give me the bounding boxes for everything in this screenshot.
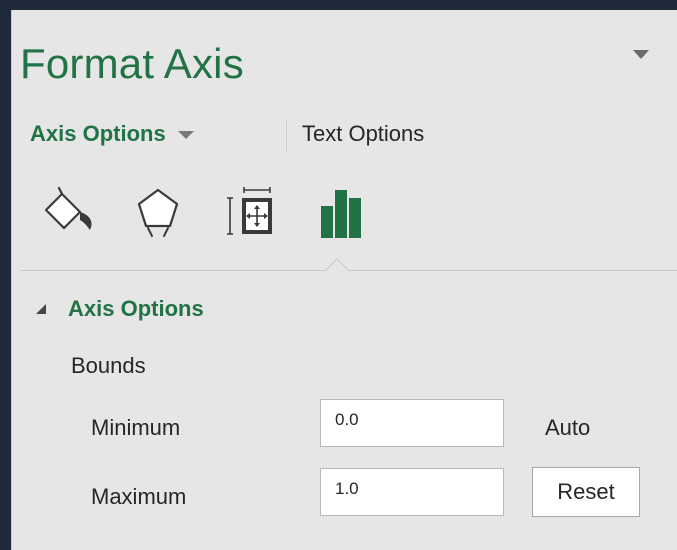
size-properties-icon[interactable]	[222, 184, 278, 240]
collapse-triangle-icon[interactable]	[36, 304, 46, 314]
chevron-down-icon[interactable]	[633, 50, 649, 59]
bounds-label: Bounds	[71, 353, 146, 378]
tab-text-options[interactable]: Text Options	[302, 121, 424, 147]
minimum-label: Minimum	[91, 415, 181, 440]
tab-axis-options[interactable]: Axis Options	[30, 121, 194, 147]
effects-pentagon-icon[interactable]	[130, 184, 186, 240]
minimum-auto-status: Auto	[545, 415, 591, 440]
tab-divider	[286, 121, 287, 153]
section-title: Axis Options	[68, 296, 204, 321]
axis-options-section-header[interactable]: Axis Options	[36, 296, 204, 322]
axis-options-bar-chart-icon[interactable]	[312, 184, 368, 240]
minimum-input[interactable]: 0.0	[320, 399, 504, 447]
chevron-down-icon[interactable]	[177, 131, 194, 140]
tab-axis-options-label: Axis Options	[30, 121, 166, 146]
maximum-label: Maximum	[91, 484, 187, 509]
selected-category-pointer	[325, 258, 349, 272]
reset-button[interactable]: Reset	[532, 467, 640, 517]
fill-line-icon[interactable]	[40, 184, 96, 240]
pane-title: Format Axis	[20, 40, 244, 87]
maximum-input[interactable]: 1.0	[320, 468, 504, 516]
